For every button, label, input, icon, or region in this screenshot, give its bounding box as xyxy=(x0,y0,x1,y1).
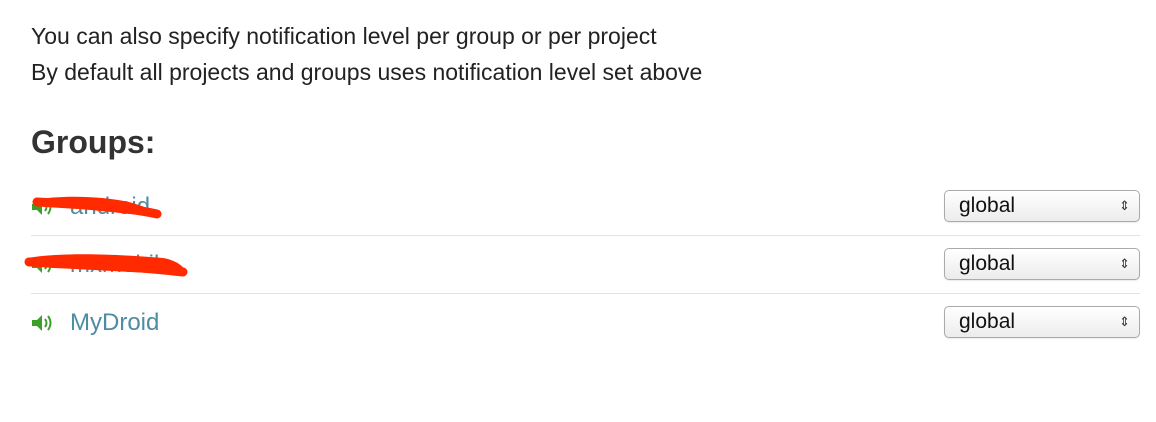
group-link[interactable]: MyDroid xyxy=(70,309,159,337)
intro-text: You can also specify notification level … xyxy=(31,18,702,90)
select-updown-icon: ⇕ xyxy=(1119,314,1130,329)
group-link[interactable]: android xyxy=(70,193,150,221)
group-row: android global ⇕ xyxy=(31,178,1140,236)
select-value: global xyxy=(959,310,1016,333)
select-value: global xyxy=(959,194,1016,217)
group-list: android global ⇕ mxmobile global ⇕ MyDro… xyxy=(24,178,1140,352)
speaker-volume-icon xyxy=(32,315,52,331)
notification-level-select[interactable]: global ⇕ xyxy=(944,248,1140,280)
group-link[interactable]: mxmobile xyxy=(70,251,173,279)
notification-level-select[interactable]: global ⇕ xyxy=(944,306,1140,338)
notification-settings-page: You can also specify notification level … xyxy=(0,0,1156,422)
notification-level-select[interactable]: global ⇕ xyxy=(944,190,1140,222)
groups-heading: Groups: xyxy=(31,124,156,160)
group-row: MyDroid global ⇕ xyxy=(31,294,1140,352)
speaker-volume-icon xyxy=(32,199,52,215)
select-value: global xyxy=(959,252,1016,275)
intro-line-1: You can also specify notification level … xyxy=(31,23,657,49)
speaker-volume-icon xyxy=(32,257,52,273)
group-row: mxmobile global ⇕ xyxy=(24,236,1140,294)
select-updown-icon: ⇕ xyxy=(1119,198,1130,213)
select-updown-icon: ⇕ xyxy=(1119,256,1130,271)
intro-line-2: By default all projects and groups uses … xyxy=(31,59,703,85)
